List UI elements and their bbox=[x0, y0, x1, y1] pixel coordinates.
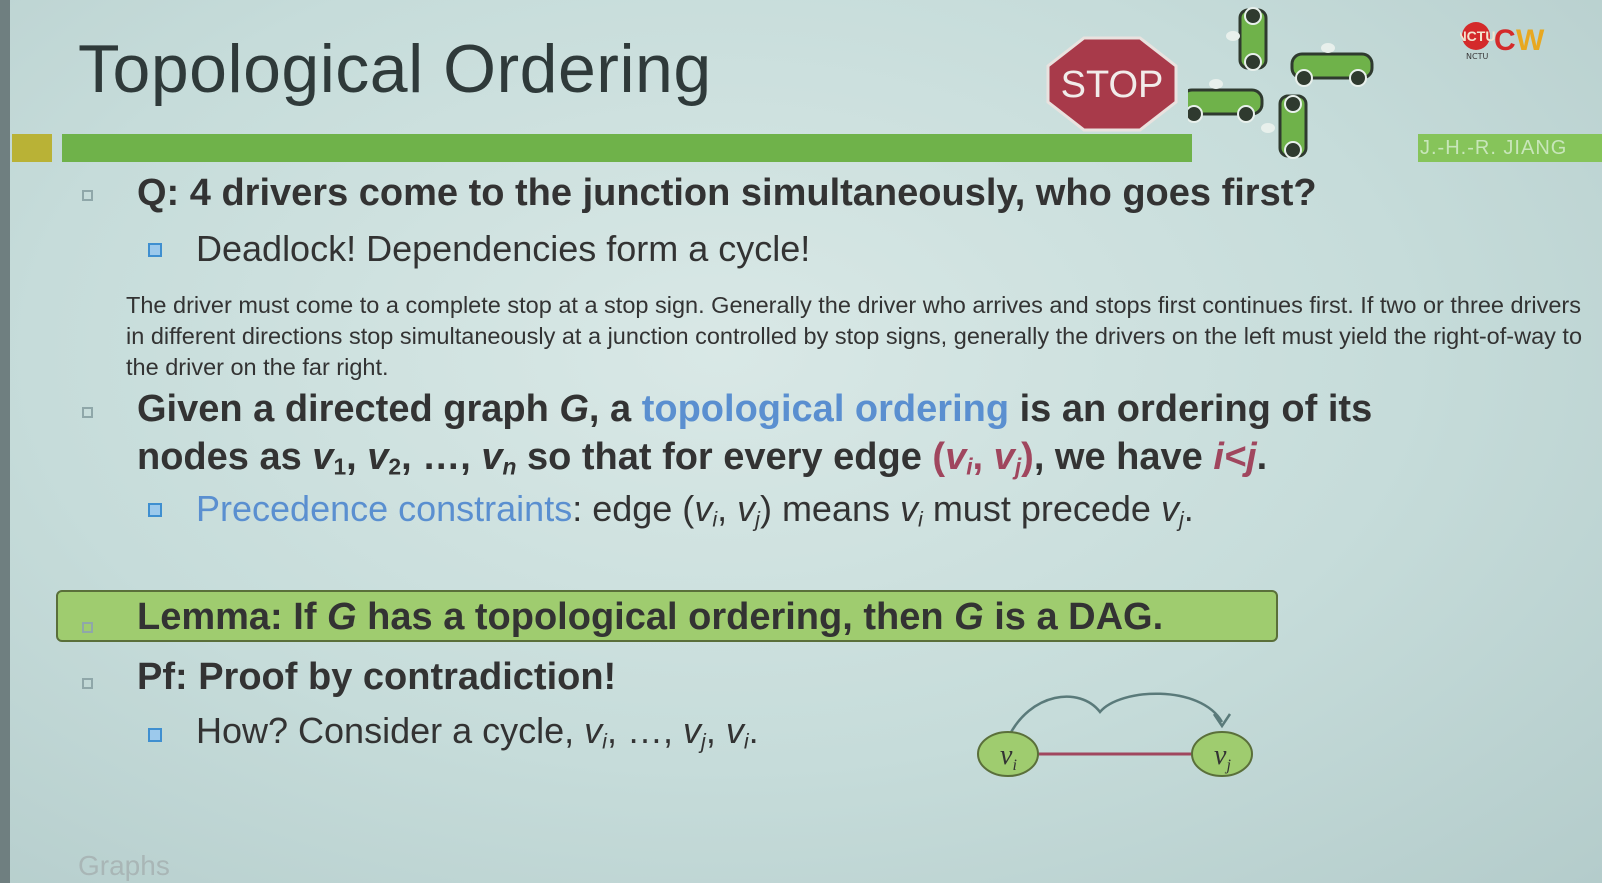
definition-line-2: nodes as v1, v2, …, vn so that for every… bbox=[137, 436, 1267, 481]
sub-bullet bbox=[148, 728, 162, 742]
stop-sign-text: STOP bbox=[1061, 64, 1164, 106]
definition-text: , a bbox=[588, 388, 642, 430]
var-v: v bbox=[312, 436, 334, 478]
definition-text: is an ordering of its bbox=[1009, 388, 1373, 430]
sub-bullet bbox=[148, 243, 162, 257]
deadlock-text: Deadlock! Dependencies form a cycle! bbox=[196, 228, 811, 269]
how-line: How? Consider a cycle, vi, …, vj, vi. bbox=[196, 710, 759, 754]
stop-sign-icon: STOP bbox=[1046, 36, 1178, 132]
subscript: n bbox=[502, 453, 517, 480]
var-v: v bbox=[481, 436, 503, 478]
left-edge bbox=[0, 0, 10, 883]
bullet bbox=[82, 622, 93, 633]
separator: , bbox=[346, 436, 368, 478]
edge-expression: (vi, vj) bbox=[932, 436, 1034, 480]
precedence-term: Precedence constraints bbox=[196, 488, 573, 529]
graph-symbol: G bbox=[559, 388, 589, 430]
cycle-curve bbox=[1006, 692, 1224, 739]
bullet bbox=[82, 678, 93, 689]
svg-text:C: C bbox=[1494, 24, 1516, 57]
var-v: v bbox=[367, 436, 389, 478]
definition-text: nodes as bbox=[137, 436, 313, 478]
proof-title: Pf: Proof by contradiction! bbox=[137, 656, 617, 698]
separator: , …, bbox=[401, 436, 482, 478]
precedence-line: Precedence constraints: edge (vi, vj) me… bbox=[196, 488, 1194, 532]
lemma-text: Lemma: If G has a topological ordering, … bbox=[137, 596, 1164, 638]
subscript: 1 bbox=[333, 453, 347, 480]
definition-text: . bbox=[1256, 436, 1268, 478]
footer-section-label: Graphs bbox=[78, 850, 170, 881]
question-text: Q: 4 drivers come to the junction simult… bbox=[137, 172, 1317, 214]
subscript: 2 bbox=[388, 453, 402, 480]
sub-bullet bbox=[148, 503, 162, 517]
definition-line-1: Given a directed graph G, a topological … bbox=[137, 388, 1372, 431]
cars-icon bbox=[1188, 7, 1374, 159]
bullet bbox=[82, 407, 93, 418]
ordering-condition: i<j bbox=[1213, 436, 1257, 478]
logo-subtitle: NCTU bbox=[1466, 52, 1489, 61]
svg-text:W: W bbox=[1516, 24, 1545, 57]
stop-sign-rule-paragraph: The driver must come to a complete stop … bbox=[126, 292, 1583, 380]
topological-ordering-term: topological ordering bbox=[641, 388, 1010, 430]
definition-text: , we have bbox=[1033, 436, 1214, 478]
bullet bbox=[82, 190, 93, 201]
definition-text: so that for every edge bbox=[516, 436, 933, 478]
svg-text:NCTU: NCTU bbox=[1460, 28, 1495, 44]
definition-text: Given a directed graph bbox=[137, 388, 560, 430]
header-bar bbox=[62, 134, 1192, 162]
slide-title: Topological Ordering bbox=[78, 31, 712, 107]
author-tag: J.-H.-R. JIANG bbox=[1420, 137, 1568, 159]
header-bar-small bbox=[12, 134, 52, 162]
cycle-diagram: vi vj bbox=[977, 692, 1253, 777]
